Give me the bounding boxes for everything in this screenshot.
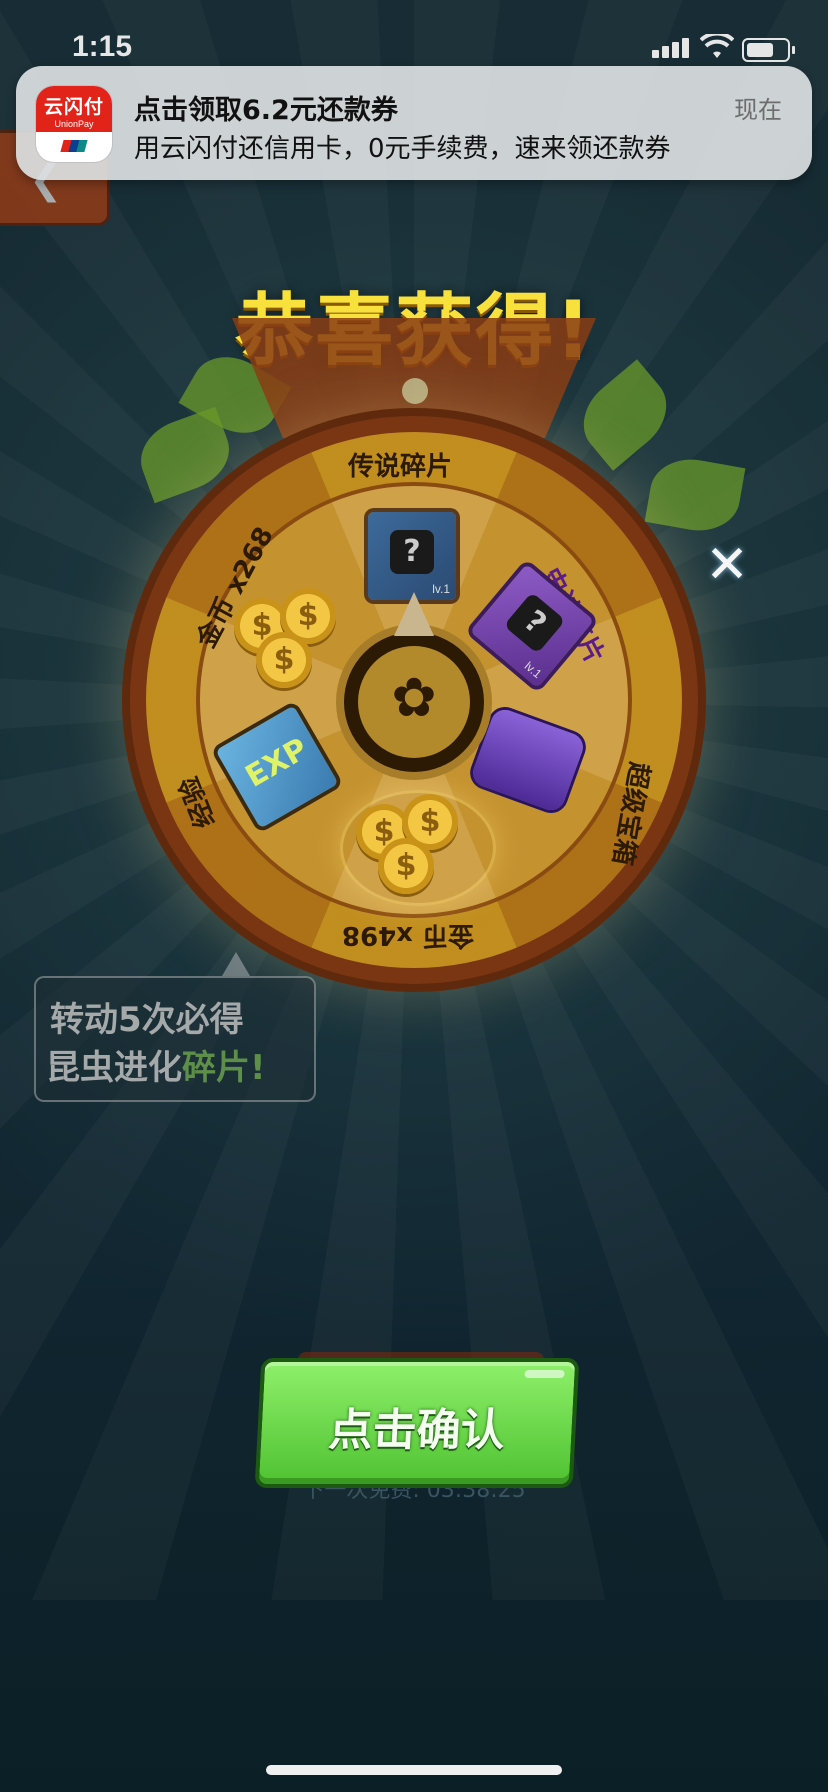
lucky-wheel: 传说碎片 史诗碎片 超级宝箱 金币 x498 经验 金币 x268 ? lv.1… (0, 0, 828, 1792)
hint-bubble: 转动5次必得 昆虫进化碎片! (34, 952, 316, 1102)
close-icon[interactable]: ✕ (702, 539, 752, 591)
beetle-icon: ✿ (391, 666, 437, 729)
leaf-decoration (644, 452, 746, 538)
confirm-button-label: 点击确认 (327, 1405, 506, 1456)
hint-line-1: 转动5次必得 (50, 1000, 244, 1040)
coin-stack-icon: $ $ $ (234, 588, 344, 688)
selected-prize-glow (340, 790, 496, 906)
wheel-pointer-icon (394, 592, 434, 636)
leaf-decoration (568, 359, 682, 471)
game-screen: ❮ 1:15 云闪付 UnionPay 点击领取6.2元还款券 用云闪付还信用卡… (0, 0, 828, 1792)
hint-highlight: 碎片! (182, 1048, 266, 1088)
confirm-button[interactable]: 点击确认 (254, 1358, 580, 1488)
wheel-spin-hub[interactable]: ✿ (344, 592, 484, 772)
hint-line-2: 昆虫进化碎片! (46, 1048, 266, 1088)
segment-legend-shard: 传说碎片 (348, 452, 453, 482)
segment-coins-498: 金币 x498 (341, 920, 474, 950)
question-icon: ? (390, 530, 434, 574)
home-indicator[interactable] (266, 1765, 562, 1775)
question-icon: ? (503, 591, 566, 654)
legend-shard-card: ? lv.1 (368, 512, 456, 600)
